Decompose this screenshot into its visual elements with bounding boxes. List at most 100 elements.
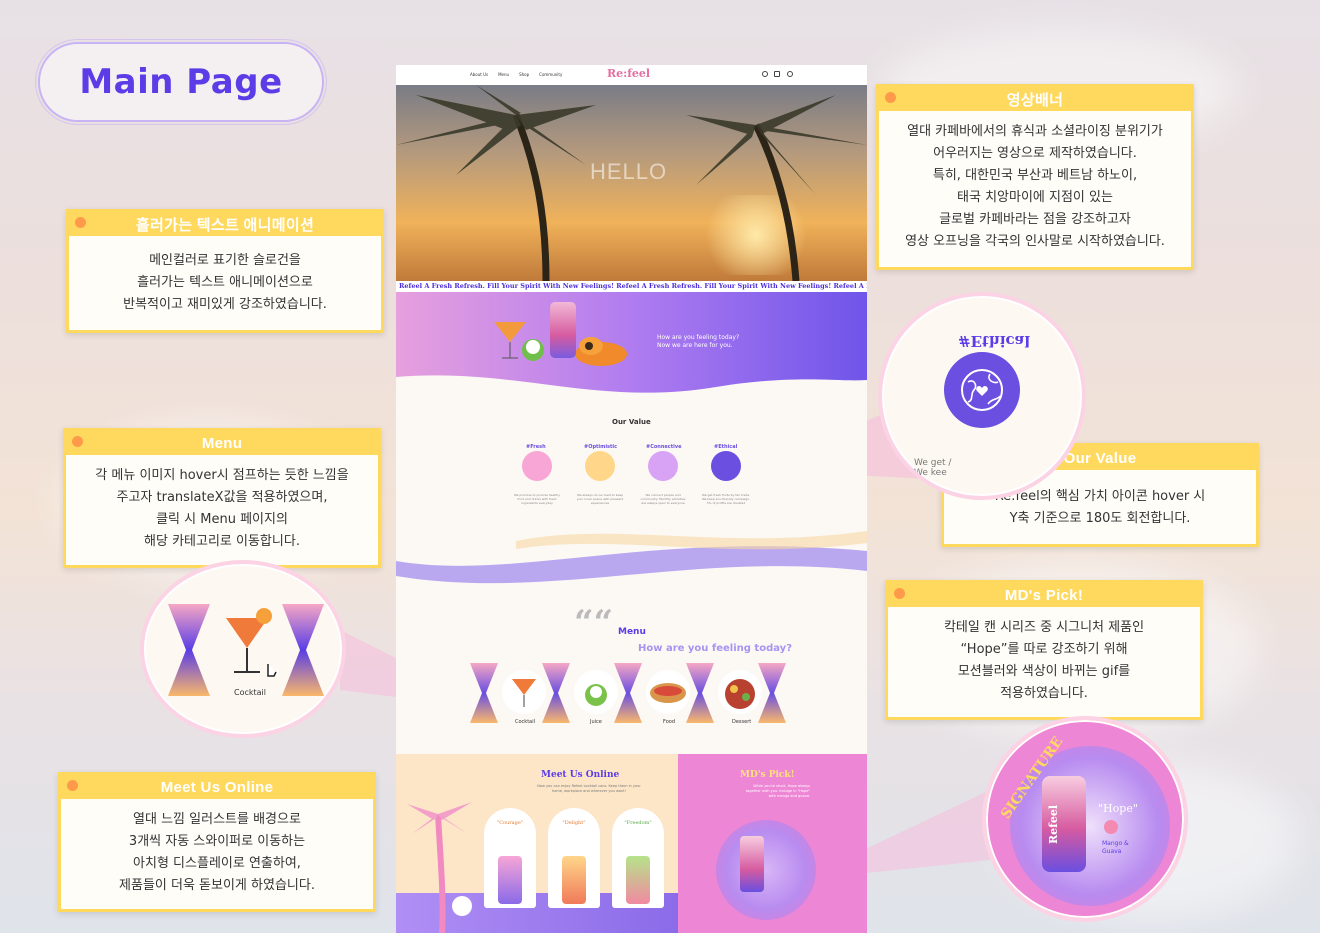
- product-name-delight: "Delight": [562, 820, 586, 826]
- value-tag-fresh: #Fresh: [526, 444, 546, 450]
- card-meet-online-body: 열대 느낌 일러스트를 배경으로 3개씩 자동 스와이퍼로 이동하는 아치형 디…: [61, 799, 373, 907]
- card-line: 열대 카페바에서의 휴식과 소셜라이징 분위기가: [907, 124, 1163, 139]
- value-text-connective: We connect people and community. Monthly…: [640, 493, 686, 505]
- card-menu-title: Menu: [201, 434, 243, 452]
- product-name-freedom: "Freedom": [624, 820, 652, 826]
- our-value-heading: Our Value: [612, 418, 651, 426]
- banner-question-line1: How are you feeling today?: [657, 334, 740, 341]
- card-meet-online: Meet Us Online 열대 느낌 일러스트를 배경으로 3개씩 자동 스…: [58, 772, 376, 912]
- zoom-signature-hope: SIGNATURE Refeel "Hope" Mango & Guava: [982, 716, 1188, 922]
- value-icon-ethical[interactable]: [711, 451, 741, 481]
- card-meet-online-title: Meet Us Online: [160, 778, 274, 796]
- mds-subtext: While you're stuck, Hope always together…: [745, 784, 810, 798]
- hero-hello-text: HELLO: [590, 159, 668, 184]
- card-mds-pick-title: MD's Pick!: [1004, 586, 1084, 604]
- product-arch-freedom[interactable]: "Freedom": [612, 808, 664, 908]
- card-our-value-title: Our Value: [1063, 449, 1137, 467]
- mds-pick-section: MD's Pick! While you're stuck, Hope alwa…: [678, 754, 867, 933]
- card-line: 해당 카테고리로 이동합니다.: [144, 534, 300, 549]
- card-line: 태국 치앙마이에 지점이 있는: [957, 190, 1113, 205]
- value-icon-optimistic[interactable]: [585, 451, 615, 481]
- slogan-marquee: Refeel A Fresh Refresh. Fill Your Spirit…: [396, 281, 867, 292]
- zoom-menu-label: Cocktail: [234, 688, 266, 697]
- zoom-hope-name: "Hope": [1098, 802, 1138, 815]
- zoom-menu-cocktail: Cocktail: [140, 560, 346, 738]
- nav-link-menu[interactable]: Menu: [498, 72, 509, 77]
- product-arch-courage[interactable]: "Courage": [484, 808, 536, 908]
- card-line: 어우러지는 영상으로 제작하였습니다.: [933, 146, 1137, 161]
- palm-illustration: [407, 802, 472, 933]
- card-line: Y축 기준으로 180도 회전합니다.: [1009, 511, 1191, 526]
- zoom-can-brand: Refeel: [1047, 804, 1061, 845]
- card-marquee-title: 흘러가는 텍스트 애니메이션: [135, 216, 315, 234]
- card-line: 모션블러와 색상이 바뀌는 gif를: [957, 664, 1131, 679]
- value-tag-connective: #Connective: [646, 444, 682, 450]
- card-dot: [75, 217, 86, 228]
- card-line: 칵테일 캔 시리즈 중 시그니처 제품인: [943, 620, 1145, 635]
- card-video-banner-title: 영상배너: [1006, 91, 1064, 109]
- nav-link-community[interactable]: Community: [539, 72, 562, 77]
- banner-wave: [396, 322, 867, 402]
- nav-link-shop[interactable]: Shop: [519, 72, 529, 77]
- menu-heading: Menu: [618, 627, 646, 637]
- card-video-banner: 영상배너 열대 카페바에서의 휴식과 소셜라이징 분위기가 어우러지는 영상으로…: [876, 84, 1194, 270]
- card-menu: Menu 각 메뉴 이미지 hover시 점프하는 듯한 느낌을 주고자 tra…: [63, 428, 381, 568]
- menu-label-cocktail: Cocktail: [515, 719, 535, 725]
- card-marquee: 흘러가는 텍스트 애니메이션 메인컬러로 표기한 슬로건을 흘러가는 텍스트 애…: [66, 209, 384, 333]
- cart-icon[interactable]: [774, 71, 780, 77]
- site-navbar: About Us Menu Shop Community Re:feel: [396, 65, 867, 85]
- meet-subtext: Now you can enjoy Refeel cocktail cans. …: [537, 784, 641, 793]
- zoom-guava-icon: [1104, 820, 1118, 834]
- card-line: 제품들이 더욱 돋보이게 하였습니다.: [119, 878, 315, 893]
- card-dot: [894, 588, 905, 599]
- value-text-ethical: We get fresh fruits by fair trade. We ke…: [701, 493, 751, 505]
- menu-food-icons: [512, 679, 755, 709]
- zoom-menu-hourglasses: [168, 604, 324, 696]
- mds-hope-can: [740, 836, 764, 892]
- globe-icon[interactable]: [787, 71, 793, 77]
- value-icon-connective[interactable]: [648, 451, 678, 481]
- card-dot: [885, 92, 896, 103]
- card-line: 영상 오프닝을 각국의 인사말로 시작하였습니다.: [905, 234, 1165, 249]
- value-tag-optimistic: #Optimistic: [584, 444, 618, 450]
- product-can-delight: [562, 856, 586, 904]
- card-dot: [67, 780, 78, 791]
- value-tag-ethical: #Ethical: [714, 444, 738, 450]
- card-marquee-body: 메인컬러로 표기한 슬로건을 흘러가는 텍스트 애니메이션으로 반복적이고 재미…: [69, 236, 381, 326]
- zoom-hope-flavor: Mango & Guava: [1102, 840, 1129, 855]
- card-meet-online-header: Meet Us Online: [61, 775, 373, 799]
- card-mds-pick: MD's Pick! 칵테일 캔 시리즈 중 시그니처 제품인 “Hope”를 …: [885, 580, 1203, 720]
- card-video-banner-header: 영상배너: [879, 87, 1191, 111]
- card-line: 클릭 시 Menu 페이지의: [156, 512, 288, 527]
- value-text-fresh: We promise to provide healthy food and d…: [513, 493, 561, 505]
- user-icon[interactable]: [762, 71, 768, 77]
- card-mds-pick-body: 칵테일 캔 시리즈 중 시그니처 제품인 “Hope”를 따로 강조하기 위해 …: [888, 607, 1200, 715]
- meet-heading: Meet Us Online: [541, 770, 620, 780]
- card-mds-pick-header: MD's Pick!: [888, 583, 1200, 607]
- meet-us-online-section: Meet Us Online Now you can enjoy Refeel …: [396, 754, 678, 933]
- page-title: Main Page: [79, 62, 283, 102]
- product-arch-delight[interactable]: "Delight": [548, 808, 600, 908]
- product-can-courage: [498, 856, 522, 904]
- card-line: 열대 느낌 일러스트를 배경으로: [133, 812, 301, 827]
- card-menu-body: 각 메뉴 이미지 hover시 점프하는 듯한 느낌을 주고자 translat…: [66, 455, 378, 563]
- card-line: 메인컬러로 표기한 슬로건을: [149, 253, 301, 268]
- page-title-pill: Main Page: [35, 39, 327, 125]
- card-line: 특히, 대한민국 부산과 베트남 하노이,: [932, 168, 1138, 183]
- nav-link-about[interactable]: About Us: [470, 72, 488, 77]
- card-line: 주고자 translateX값을 적용하였으며,: [116, 490, 328, 505]
- product-name-courage: "Courage": [496, 820, 524, 826]
- card-line: 적용하였습니다.: [1000, 686, 1088, 701]
- value-icon-fresh[interactable]: [522, 451, 552, 481]
- card-line: “Hope”를 따로 강조하기 위해: [960, 642, 1128, 657]
- banner-question-line2: Now we are here for you.: [657, 342, 733, 349]
- hero-video-banner[interactable]: HELLO: [396, 85, 867, 281]
- card-line: 글로벌 카페바라는 점을 강조하고자: [939, 212, 1131, 227]
- website-mockup: About Us Menu Shop Community Re:feel HEL…: [396, 65, 867, 933]
- mds-signature-circle[interactable]: [716, 820, 816, 920]
- nav-links: About Us Menu Shop Community: [470, 72, 562, 77]
- site-logo[interactable]: Re:feel: [607, 67, 650, 80]
- card-line: 흘러가는 텍스트 애니메이션으로: [137, 275, 313, 290]
- card-menu-header: Menu: [66, 431, 378, 455]
- card-line: 3개씩 자동 스와이퍼로 이동하는: [128, 834, 306, 849]
